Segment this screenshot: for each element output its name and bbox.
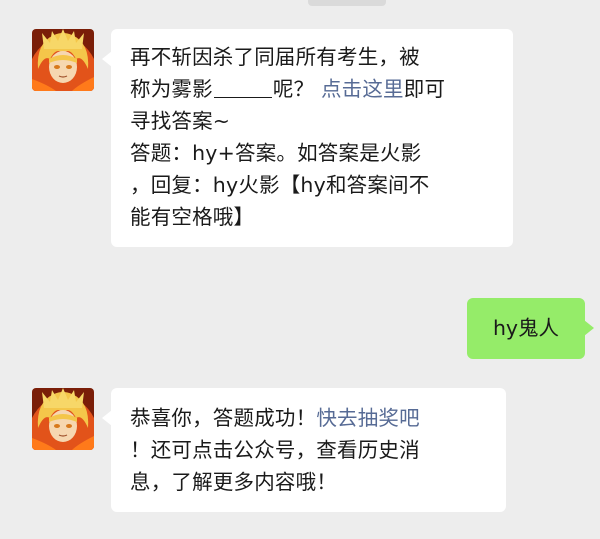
message-line: 答题：hy+答案。如答案是火影 <box>130 141 422 165</box>
message-line: 息，了解更多内容哦！ <box>130 470 337 494</box>
message-line: 寻找答案~ <box>130 109 231 133</box>
message-line: 再不斩因杀了同届所有考生，被 <box>130 45 420 69</box>
incoming-message-bubble[interactable]: 再不斩因杀了同届所有考生，被 称为雾影 呢？ 点击这里即可 寻找答案~ 答题：hy… <box>102 29 513 247</box>
message-line: 称为雾影 呢？ 点击这里即可 <box>130 73 495 105</box>
incoming-message-bubble[interactable]: 恭喜你，答题成功！快去抽奖吧 ！还可点击公众号，查看历史消 息，了解更多内容哦！ <box>102 388 506 512</box>
message-line: ，回复：hy火影【hy和答案间不 <box>130 173 430 197</box>
anime-character-avatar-icon <box>32 29 94 91</box>
click-here-link[interactable]: 点击这里 <box>321 77 404 101</box>
sender-avatar[interactable] <box>32 388 94 450</box>
message-text: 恭喜你，答题成功！ <box>130 406 317 430</box>
message-text: 呢？ <box>272 77 315 101</box>
lottery-link[interactable]: 快去抽奖吧 <box>316 406 420 430</box>
outgoing-message-bubble[interactable]: hy鬼人 <box>467 298 594 359</box>
message-text: 即可 <box>403 77 446 101</box>
sender-avatar[interactable] <box>32 29 94 91</box>
anime-character-avatar-icon <box>32 388 94 450</box>
message-line: ！还可点击公众号，查看历史消 <box>130 438 420 462</box>
message-line: 能有空格哦】 <box>130 205 255 229</box>
message-text: 称为雾影 <box>130 77 213 101</box>
previous-message-stub <box>308 0 386 6</box>
answer-blank <box>213 75 272 98</box>
message-line: 恭喜你，答题成功！快去抽奖吧 <box>130 402 488 434</box>
message-text: hy鬼人 <box>492 316 560 340</box>
